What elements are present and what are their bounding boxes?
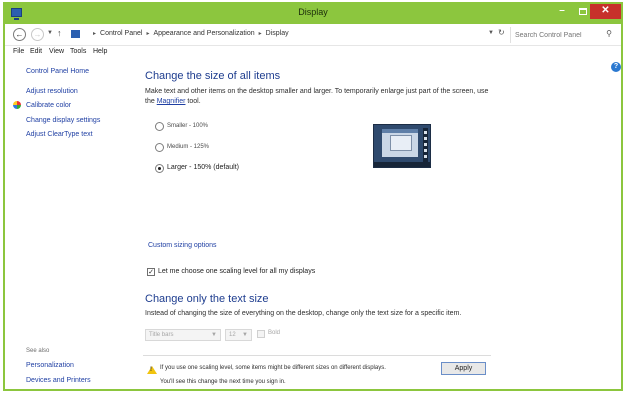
text-size-select-value: 12 <box>229 332 236 338</box>
description-tail: tool. <box>185 98 201 105</box>
menu-file[interactable]: File <box>13 48 24 55</box>
search-input[interactable] <box>515 30 603 41</box>
bold-checkbox-label: Bold <box>268 330 281 336</box>
preview-charm-icon <box>424 149 427 152</box>
chevron-down-icon: ▼ <box>242 332 248 338</box>
radio-larger[interactable] <box>155 164 164 173</box>
search-box[interactable]: ⚲ <box>510 27 618 43</box>
text-item-select[interactable]: Title bars ▼ <box>145 329 221 341</box>
bold-checkbox[interactable] <box>257 330 265 338</box>
preview-charm-icon <box>424 155 427 158</box>
scaling-level-checkbox[interactable]: ✓ <box>147 268 155 276</box>
page-description: Make text and other items on the desktop… <box>145 87 495 107</box>
title-bar: Display – ✕ <box>5 4 621 24</box>
warning-text: If you use one scaling level, some items… <box>160 365 386 371</box>
radio-label-medium: Medium - 125% <box>167 144 210 150</box>
search-icon[interactable]: ⚲ <box>606 29 612 38</box>
menu-edit[interactable]: Edit <box>30 48 42 55</box>
custom-sizing-options-link[interactable]: Custom sizing options <box>148 242 216 249</box>
breadcrumb-separator-icon[interactable]: ▸ <box>146 31 149 37</box>
text-item-select-value: Title bars <box>149 332 174 338</box>
see-also-devices-printers-link[interactable]: Devices and Printers <box>26 377 91 384</box>
preview-dialog <box>390 135 412 151</box>
chevron-down-icon: ▼ <box>211 332 217 338</box>
sidebar-item-calibrate-color[interactable]: Calibrate color <box>26 102 71 109</box>
breadcrumb[interactable]: ▸ Control Panel ▸ Appearance and Personaliz… <box>69 27 499 43</box>
sign-in-notice: You'll see this change the next time you… <box>160 379 286 385</box>
radio-medium[interactable] <box>155 143 164 152</box>
color-wheel-icon <box>13 101 21 109</box>
preview-charm-icon <box>424 137 427 140</box>
page-title: Change the size of all items <box>145 70 281 82</box>
left-navigation: Control Panel Home Adjust resolution Cal… <box>5 60 125 389</box>
see-also-label: See also <box>26 348 50 354</box>
sidebar-item-change-display-settings[interactable]: Change display settings <box>26 117 100 124</box>
breadcrumb-display[interactable]: Display <box>266 30 289 37</box>
sidebar-item-adjust-cleartype[interactable]: Adjust ClearType text <box>26 131 93 138</box>
recent-locations-chevron-icon[interactable]: ▼ <box>47 30 53 36</box>
radio-label-larger: Larger - 150% (default) <box>167 164 239 171</box>
preview-charm-icon <box>424 143 427 146</box>
display-preview-image <box>373 124 431 168</box>
menu-view[interactable]: View <box>49 48 64 55</box>
preview-taskbar <box>374 162 430 167</box>
sidebar-item-adjust-resolution[interactable]: Adjust resolution <box>26 88 78 95</box>
see-also-personalization-link[interactable]: Personalization <box>26 362 74 369</box>
window-title: Display <box>298 7 328 17</box>
menu-help[interactable]: Help <box>93 48 107 55</box>
back-button[interactable]: ← <box>13 28 26 41</box>
radio-smaller[interactable] <box>155 122 164 131</box>
menu-tools[interactable]: Tools <box>70 48 86 55</box>
forward-button[interactable]: → <box>31 28 44 41</box>
breadcrumb-separator-icon[interactable]: ▸ <box>93 31 96 37</box>
magnifier-link[interactable]: Magnifier <box>157 98 186 105</box>
help-icon[interactable]: ? <box>611 62 621 72</box>
up-button[interactable]: ↑ <box>57 28 62 38</box>
display-window: Display – ✕ ← → ▼ ↑ ▸ Control Panel ▸ Appea… <box>3 2 623 391</box>
warning-icon: ! <box>147 366 157 374</box>
control-panel-icon <box>71 30 80 38</box>
control-panel-home-link[interactable]: Control Panel Home <box>26 68 89 75</box>
scaling-level-checkbox-label: Let me choose one scaling level for all … <box>158 268 316 275</box>
breadcrumb-separator-icon[interactable]: ▸ <box>259 31 262 37</box>
menu-bar: File Edit View Tools Help <box>5 46 621 60</box>
text-size-description: Instead of changing the size of everythi… <box>145 310 462 317</box>
divider <box>143 355 491 356</box>
address-bar: ← → ▼ ↑ ▸ Control Panel ▸ Appearance and Pe… <box>5 24 621 46</box>
breadcrumb-path: ▸ Control Panel ▸ Appearance and Personaliz… <box>89 30 289 37</box>
close-button[interactable]: ✕ <box>590 4 621 19</box>
address-dropdown-icon[interactable]: ▼ <box>488 30 494 36</box>
text-size-heading: Change only the text size <box>145 293 269 305</box>
refresh-icon[interactable]: ↻ <box>498 28 505 37</box>
breadcrumb-control-panel[interactable]: Control Panel <box>100 30 142 37</box>
preview-charm-icon <box>424 131 427 134</box>
radio-label-smaller: Smaller - 100% <box>167 123 209 129</box>
text-size-select[interactable]: 12 ▼ <box>225 329 252 341</box>
minimize-button[interactable]: – <box>551 4 573 19</box>
maximize-icon <box>579 8 587 15</box>
breadcrumb-appearance[interactable]: Appearance and Personalization <box>153 30 254 37</box>
apply-button[interactable]: Apply <box>441 362 486 375</box>
